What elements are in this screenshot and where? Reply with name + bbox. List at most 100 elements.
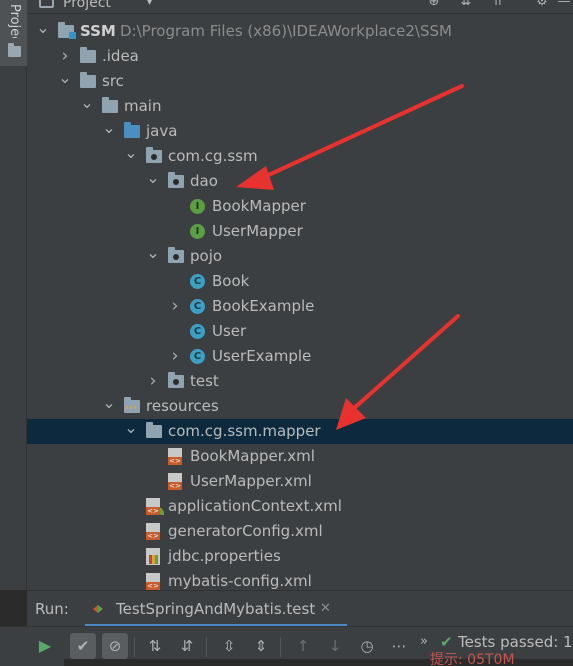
chevron-down-icon[interactable]: ⌄	[124, 419, 138, 444]
hide-panel-icon[interactable]: —	[555, 0, 573, 12]
tree-row-com-cg-ssm[interactable]: ⌄ com.cg.ssm	[27, 144, 573, 169]
chevron-down-icon[interactable]: ⌄	[146, 169, 160, 194]
next-failed-icon[interactable]: ↓	[322, 633, 348, 659]
tree-row-mapper-pkg[interactable]: ⌄ com.cg.ssm.mapper	[27, 419, 573, 444]
project-tool-tab[interactable]: Project	[0, 0, 27, 66]
collapse-all-icon[interactable]: ⇕	[248, 633, 274, 659]
tree-row-label: UserMapper	[212, 222, 303, 240]
project-tool-tab-label: Project	[7, 4, 22, 38]
expand-all-icon[interactable]: ⇳	[216, 633, 242, 659]
tree-row-test[interactable]: › test	[27, 369, 573, 394]
tree-row-ssm[interactable]: ⌄ SSM D:\Program Files (x86)\IDEAWorkplace…	[27, 19, 573, 44]
package-icon	[168, 247, 184, 263]
project-panel-header: Project ▾ ⊕ ⇊ ⇈ ⚙ —	[27, 0, 573, 14]
expand-all-icon[interactable]: ⇊	[457, 0, 475, 12]
gear-icon[interactable]: ⚙	[533, 0, 551, 12]
tree-row-idea[interactable]: › .idea	[27, 44, 573, 69]
tree-row-bookmapper-xml[interactable]: BookMapper.xml	[27, 444, 573, 469]
run-panel-header: Run: TestSpringAndMybatis.test ✕	[27, 590, 573, 627]
show-ignored-icon[interactable]: ⊘	[102, 633, 128, 659]
tree-row-label: pojo	[190, 247, 223, 265]
test-history-icon[interactable]: ◷	[354, 633, 380, 659]
project-tree: ⌄ SSM D:\Program Files (x86)\IDEAWorkplace…	[27, 19, 573, 590]
tree-row-label: test	[190, 372, 219, 390]
tree-row-resources[interactable]: ⌄ resources	[27, 394, 573, 419]
chevron-right-icon[interactable]: ›	[168, 294, 182, 319]
tree-row-dao[interactable]: ⌄ dao	[27, 169, 573, 194]
source-folder-icon	[124, 122, 140, 138]
tree-row-appcontext-xml[interactable]: applicationContext.xml	[27, 494, 573, 519]
sort-by-duration-icon[interactable]: ⇵	[174, 633, 200, 659]
tree-row-generator-xml[interactable]: generatorConfig.xml	[27, 519, 573, 544]
tree-row-label: java	[146, 122, 178, 140]
rerun-icon[interactable]: ▶	[32, 633, 58, 659]
xml-file-icon	[146, 573, 160, 590]
tree-row-label: Book	[212, 272, 250, 290]
chevron-down-icon[interactable]: ⌄	[58, 69, 72, 94]
tree-row-book[interactable]: C Book	[27, 269, 573, 294]
tree-row-usermapper[interactable]: I UserMapper	[27, 219, 573, 244]
run-tab-label: TestSpringAndMybatis.test	[116, 600, 316, 618]
chevron-down-icon[interactable]: ⌄	[146, 244, 160, 269]
chevron-right-icon[interactable]: ›	[168, 344, 182, 369]
tree-row-label: UserExample	[212, 347, 312, 365]
run-tab[interactable]: TestSpringAndMybatis.test ✕	[85, 591, 347, 627]
chevron-down-icon[interactable]: ⌄	[36, 19, 50, 44]
tree-row-bookexample[interactable]: › C BookExample	[27, 294, 573, 319]
tree-row-label: com.cg.ssm.mapper	[168, 422, 321, 440]
chevron-down-icon[interactable]: ⌄	[102, 119, 116, 144]
tree-row-label: com.cg.ssm	[168, 147, 258, 165]
tree-row-label: mybatis-config.xml	[168, 572, 312, 590]
toolbar-separator	[206, 637, 207, 657]
project-path: D:\Program Files (x86)\IDEAWorkplace2\SS…	[120, 22, 452, 40]
show-passed-icon[interactable]: ✔	[70, 633, 96, 659]
tree-row-jdbc-props[interactable]: jdbc.properties	[27, 544, 573, 569]
more-actions-icon[interactable]: ⋯	[386, 633, 412, 659]
xml-file-icon	[146, 523, 160, 540]
xml-file-icon	[168, 473, 182, 490]
test-run-icon	[93, 604, 103, 614]
tree-row-label: User	[212, 322, 247, 340]
tool-window-strip: Project	[0, 0, 27, 590]
chevron-right-icon[interactable]: ›	[58, 44, 72, 69]
chevron-down-icon[interactable]: ⌄	[124, 144, 138, 169]
chevron-down-icon[interactable]: ▾	[147, 0, 152, 8]
tree-row-label: BookMapper.xml	[190, 447, 315, 465]
package-icon	[168, 172, 184, 188]
tree-row-label: BookExample	[212, 297, 315, 315]
tree-row-user[interactable]: C User	[27, 319, 573, 344]
package-icon	[168, 372, 184, 388]
properties-file-icon	[146, 548, 160, 565]
chevron-down-icon[interactable]: ⌄	[102, 394, 116, 419]
tree-row-userexample[interactable]: › C UserExample	[27, 344, 573, 369]
tree-row-java[interactable]: ⌄ java	[27, 119, 573, 144]
sort-alphabetically-icon[interactable]: ⇅	[142, 633, 168, 659]
tree-row-src[interactable]: ⌄ src	[27, 69, 573, 94]
tree-row-label: BookMapper	[212, 197, 306, 215]
toolbar-separator	[280, 637, 281, 657]
package-icon	[146, 147, 162, 163]
tree-row-main[interactable]: ⌄ main	[27, 94, 573, 119]
tree-row-label: generatorConfig.xml	[168, 522, 323, 540]
tree-row-usermapper-xml[interactable]: UserMapper.xml	[27, 469, 573, 494]
console-text: 提示: 05T0M	[430, 652, 515, 666]
tree-row-mybatis-xml[interactable]: mybatis-config.xml	[27, 569, 573, 590]
tree-row-label: SSM	[80, 22, 116, 40]
tree-row-label: UserMapper.xml	[190, 472, 312, 490]
chevron-right-icon[interactable]: ›	[146, 369, 160, 394]
project-view-title[interactable]: Project	[63, 0, 111, 11]
chevron-right-icon[interactable]: »	[420, 627, 428, 657]
locate-icon[interactable]: ⊕	[425, 0, 443, 12]
close-icon[interactable]: ✕	[320, 591, 331, 627]
folder-icon	[146, 422, 162, 438]
tree-row-bookmapper[interactable]: I BookMapper	[27, 194, 573, 219]
class-icon: C	[190, 324, 205, 339]
collapse-all-icon[interactable]: ⇈	[489, 0, 507, 12]
resources-folder-icon	[124, 397, 140, 413]
class-icon: C	[190, 274, 205, 289]
tree-row-label: .idea	[102, 47, 139, 65]
chevron-down-icon[interactable]: ⌄	[80, 94, 94, 119]
previous-failed-icon[interactable]: ↑	[290, 633, 316, 659]
tree-row-label: applicationContext.xml	[168, 497, 342, 515]
tree-row-pojo[interactable]: ⌄ pojo	[27, 244, 573, 269]
